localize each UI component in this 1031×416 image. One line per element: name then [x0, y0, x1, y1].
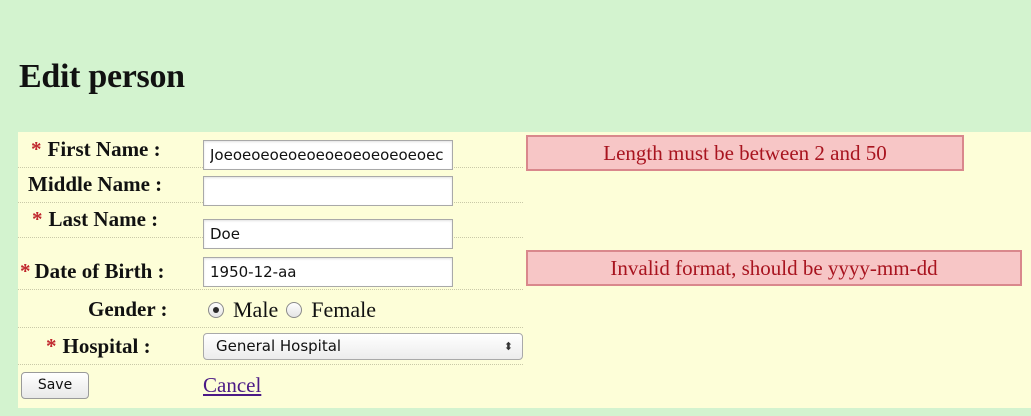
gender-female-label[interactable]: Female	[311, 297, 376, 323]
last-name-label: * Last Name :	[32, 202, 158, 237]
middle-name-label: Middle Name :	[28, 172, 163, 196]
first-name-input[interactable]	[203, 140, 453, 170]
last-name-row: * Last Name :	[18, 202, 523, 249]
chevron-up-down-icon: ⬍	[503, 340, 513, 353]
page-title: Edit person	[19, 58, 185, 95]
date-of-birth-row: * Date of Birth :	[18, 254, 523, 290]
date-of-birth-label: * Date of Birth :	[20, 254, 165, 289]
save-button[interactable]: Save	[21, 372, 89, 399]
cancel-link[interactable]: Cancel	[203, 372, 261, 399]
hospital-row: * Hospital : General Hospital ⬍	[18, 329, 523, 365]
gender-female-radio[interactable]	[286, 301, 303, 318]
last-name-input[interactable]	[203, 219, 453, 249]
required-mark: *	[31, 137, 42, 161]
first-name-row: * First Name :	[18, 132, 523, 170]
first-name-label-text: First Name :	[47, 137, 161, 161]
hospital-selected-value: General Hospital	[216, 337, 342, 355]
first-name-label: * First Name :	[31, 132, 161, 167]
gender-male-label[interactable]: Male	[233, 297, 278, 323]
gender-radio-group: Male Female	[208, 292, 384, 327]
first-name-error: Length must be between 2 and 50	[526, 135, 964, 171]
date-of-birth-input[interactable]	[203, 257, 453, 287]
hospital-label-text: Hospital :	[62, 334, 151, 358]
date-of-birth-error: Invalid format, should be yyyy-mm-dd	[526, 250, 1022, 286]
gender-label: Gender :	[88, 297, 168, 321]
date-of-birth-label-text: Date of Birth :	[34, 259, 165, 283]
required-mark: *	[46, 334, 57, 358]
required-mark: *	[20, 259, 31, 283]
edit-person-form: *First Name : Length must be between 2 a…	[18, 132, 1031, 408]
hospital-select[interactable]: General Hospital ⬍	[203, 333, 523, 360]
last-name-label-text: Last Name :	[48, 207, 159, 231]
middle-name-row: Middle Name :	[18, 167, 523, 206]
gender-male-radio[interactable]	[208, 301, 224, 318]
required-mark: *	[32, 207, 43, 231]
hospital-label: * Hospital :	[46, 329, 151, 364]
gender-row: Gender : Male Female	[18, 292, 523, 328]
